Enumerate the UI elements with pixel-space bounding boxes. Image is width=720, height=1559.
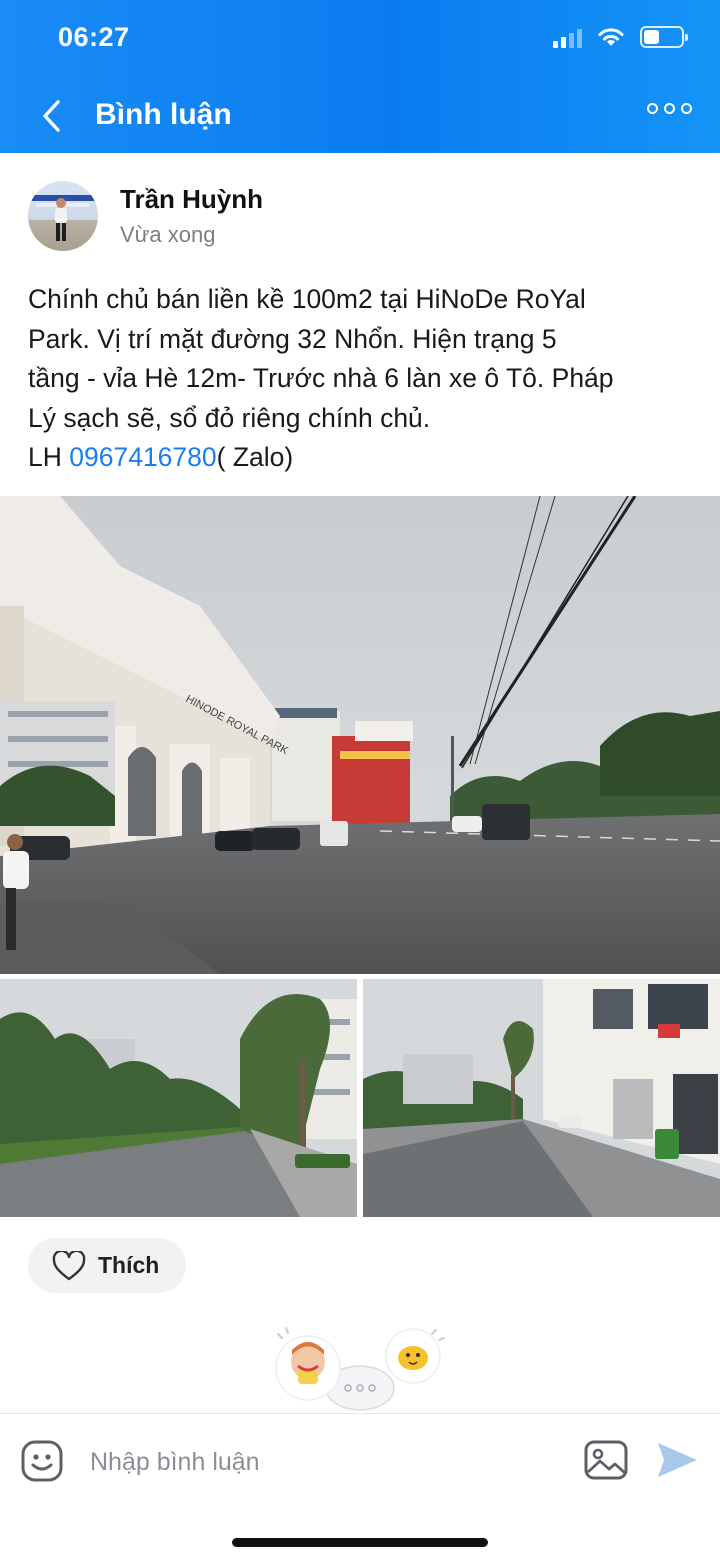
avatar[interactable] (28, 181, 98, 251)
post-text-line: Lý sạch sẽ, sổ đỏ riêng chính chủ. (28, 402, 431, 433)
like-button[interactable]: Thích (28, 1238, 186, 1293)
post-content: Chính chủ bán liền kề 100m2 tại HiNoDe R… (28, 280, 700, 478)
boulevard-illustration (0, 979, 357, 1217)
more-options-button[interactable] (647, 103, 692, 114)
phone-link[interactable]: 0967416780 (69, 442, 216, 472)
battery-icon (640, 26, 688, 48)
avatar-photo (28, 195, 98, 241)
townhouse-street-illustration (363, 979, 720, 1217)
main-street-photo[interactable]: HINODE ROYAL PARK (0, 496, 720, 974)
street-right-photo[interactable] (363, 979, 720, 1217)
send-button[interactable] (655, 1440, 699, 1485)
like-label: Thích (98, 1252, 160, 1278)
signal-icon (553, 26, 582, 48)
comment-input[interactable] (90, 1442, 560, 1482)
contact-prefix: LH (28, 442, 70, 472)
back-button[interactable] (38, 96, 68, 136)
sticker-illustration (275, 1327, 445, 1411)
app-header: 06:27 Bình luận (0, 0, 720, 153)
comment-bar (0, 1413, 720, 1559)
emoji-icon (21, 1440, 63, 1482)
street-left-photo[interactable] (0, 979, 357, 1217)
street-scene-illustration: HINODE ROYAL PARK (0, 496, 720, 974)
status-time: 06:27 (58, 22, 130, 52)
page-title: Bình luận (95, 98, 232, 131)
author-name[interactable]: Trần Huỳnh (120, 184, 263, 215)
post-text-line: Chính chủ bán liền kề 100m2 tại HiNoDe R… (28, 284, 586, 314)
contact-line: LH 0967416780( Zalo) (28, 438, 700, 478)
sticker-suggestion[interactable] (268, 1322, 454, 1414)
contact-suffix: ( Zalo) (216, 442, 294, 472)
attach-image-button[interactable] (583, 1439, 629, 1486)
post-text-line: Park. Vị trí mặt đường 32 Nhổn. Hiện trạ… (28, 323, 557, 354)
status-icons (553, 26, 688, 48)
post-text-line: tầng - vỉa Hè 12m- Trước nhà 6 làn xe ô … (28, 363, 614, 393)
heart-icon (52, 1250, 86, 1280)
emoji-button[interactable] (20, 1439, 64, 1488)
image-icon (584, 1440, 628, 1480)
more-horizontal-icon (647, 103, 658, 114)
home-indicator (232, 1538, 488, 1547)
send-icon (658, 1443, 697, 1477)
post-time: Vừa xong (120, 222, 216, 247)
wifi-icon (598, 28, 624, 46)
chevron-left-icon (43, 100, 60, 132)
